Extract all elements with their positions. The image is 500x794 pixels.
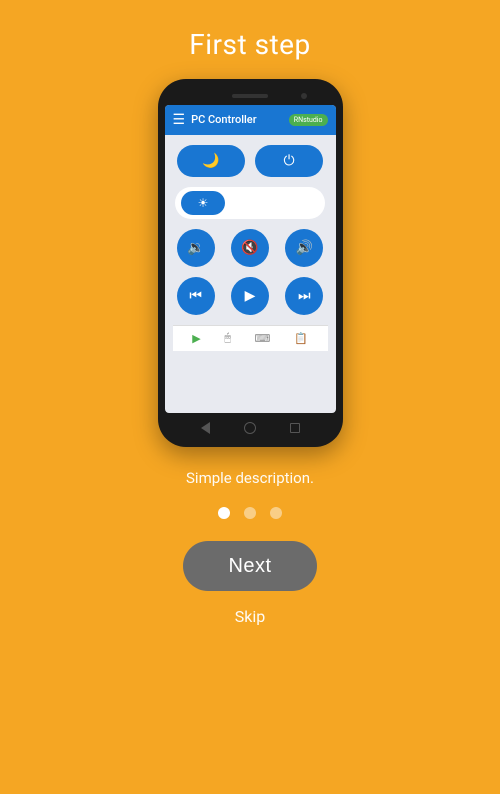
screen-content: 🌙 ⏻ ☀ 🔉: [165, 135, 336, 413]
dot-1: [218, 507, 230, 519]
menu-icon: ☰: [173, 112, 186, 128]
mute-icon: 🔇: [241, 240, 258, 256]
phone-screen: ☰ PC Controller RNstudio 🌙 ⏻: [165, 105, 336, 413]
page-title: First step: [189, 28, 311, 61]
phone-top-bar: [164, 89, 337, 103]
rewind-button[interactable]: ⏮: [177, 277, 215, 315]
brightness-slider[interactable]: ☀: [175, 187, 325, 219]
back-nav-icon: [201, 422, 210, 434]
fast-forward-icon: ⏭: [298, 288, 311, 304]
dot-2: [244, 507, 256, 519]
phone-body: ☰ PC Controller RNstudio 🌙 ⏻: [158, 79, 343, 447]
vol-up-icon: 🔊: [296, 240, 313, 256]
vol-down-button[interactable]: 🔉: [177, 229, 215, 267]
dot-3: [270, 507, 282, 519]
bottom-play-icon: ▶: [192, 332, 200, 345]
moon-toggle[interactable]: 🌙: [177, 145, 245, 177]
next-button[interactable]: Next: [183, 541, 317, 591]
playback-controls: ⏮ ▶ ⏭: [173, 277, 328, 315]
fast-forward-button[interactable]: ⏭: [285, 277, 323, 315]
brightness-thumb: ☀: [181, 191, 225, 215]
vol-up-button[interactable]: 🔊: [285, 229, 323, 267]
bottom-clipboard-icon: 📋: [294, 332, 308, 345]
phone-bottom-icons: ▶ 🖱 ⌨ 📋: [173, 325, 328, 351]
description-text: Simple description.: [186, 469, 314, 487]
moon-icon: 🌙: [202, 153, 219, 169]
phone-nav-bar: [164, 417, 337, 439]
phone-camera: [301, 93, 307, 99]
phone-mockup: ☰ PC Controller RNstudio 🌙 ⏻: [158, 79, 343, 447]
power-toggle[interactable]: ⏻: [255, 145, 323, 177]
bottom-mouse-icon: 🖱: [224, 331, 231, 345]
toggle-row: 🌙 ⏻: [173, 145, 328, 177]
play-icon: ▶: [245, 288, 256, 304]
power-icon: ⏻: [283, 153, 294, 169]
app-bar-badge: RNstudio: [289, 114, 328, 126]
skip-button[interactable]: Skip: [235, 607, 265, 626]
phone-speaker: [232, 94, 268, 98]
brightness-icon: ☀: [198, 196, 209, 210]
vol-down-icon: 🔉: [187, 240, 204, 256]
recent-nav-icon: [290, 423, 300, 433]
page-indicators: [218, 507, 282, 519]
home-nav-icon: [244, 422, 256, 434]
bottom-keyboard-icon: ⌨: [255, 332, 271, 345]
app-bar-title: PC Controller: [191, 113, 289, 126]
app-bar: ☰ PC Controller RNstudio: [165, 105, 336, 135]
rewind-icon: ⏮: [189, 288, 202, 304]
volume-controls: 🔉 🔇 🔊: [173, 229, 328, 267]
mute-button[interactable]: 🔇: [231, 229, 269, 267]
play-button[interactable]: ▶: [231, 277, 269, 315]
